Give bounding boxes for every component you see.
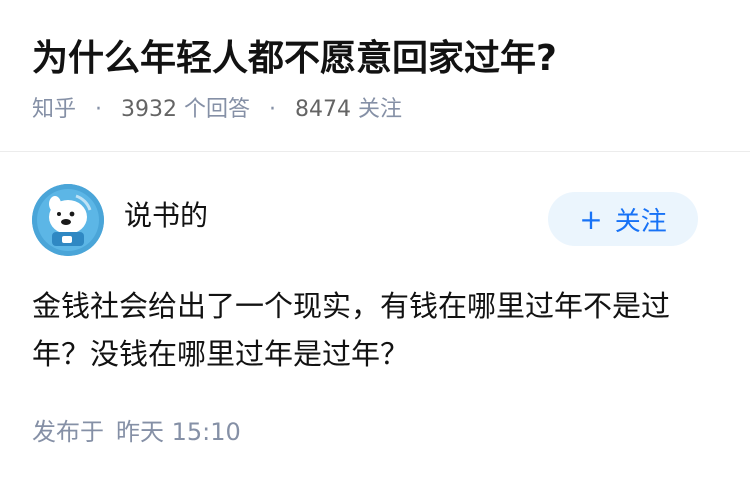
avatar[interactable] <box>32 184 104 256</box>
author-name[interactable]: 说书的 <box>124 196 208 236</box>
follow-button[interactable]: + 关注 <box>548 192 698 246</box>
meta-separator: · <box>269 97 277 122</box>
plus-icon: + <box>579 202 603 236</box>
question-meta: 知乎 · 3932 个回答 · 8474 关注 <box>32 92 402 128</box>
meta-separator: · <box>95 97 103 122</box>
published-label: 发布于 <box>32 418 104 446</box>
answer-count-label: 个回答 <box>184 97 251 122</box>
answer-count: 3932 <box>121 97 178 122</box>
follower-count: 8474 <box>295 97 352 122</box>
follower-count-label: 关注 <box>358 97 403 122</box>
published-time: 昨天 15:10 <box>116 418 241 446</box>
divider <box>0 151 750 152</box>
question-title[interactable]: 为什么年轻人都不愿意回家过年? <box>32 34 557 84</box>
answer-content[interactable]: 金钱社会给出了一个现实，有钱在哪里过年不是过年？没钱在哪里过年是过年？ <box>32 282 722 378</box>
question-header: 为什么年轻人都不愿意回家过年? 知乎 · 3932 个回答 · 8474 关注 <box>0 0 750 152</box>
answer-timestamp: 发布于 昨天 15:10 <box>32 414 241 450</box>
avatar-mascot-icon <box>32 184 104 256</box>
follow-button-label: 关注 <box>614 206 667 237</box>
source-label: 知乎 <box>32 97 77 122</box>
author-row: 说书的 + 关注 <box>32 182 718 258</box>
